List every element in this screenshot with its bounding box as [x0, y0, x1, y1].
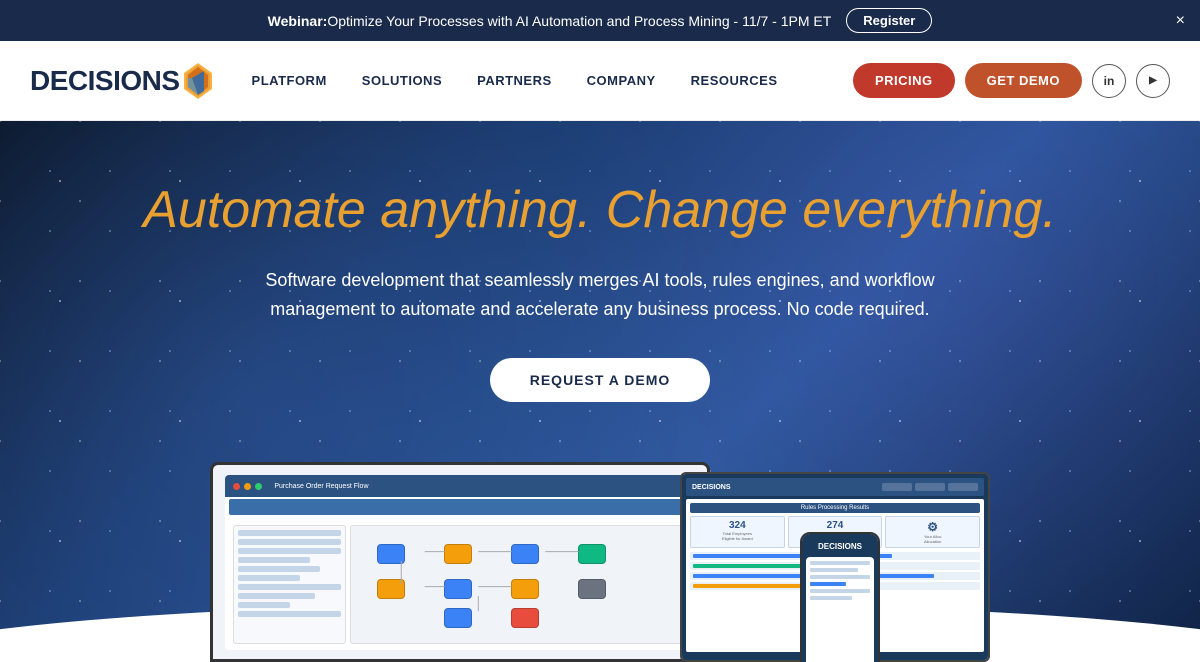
sidebar-item-6 [238, 575, 299, 581]
tablet-nav-2 [915, 483, 945, 491]
logo[interactable]: DECISIONS [30, 63, 212, 99]
tablet-nav-1 [882, 483, 912, 491]
hero-devices: Purchase Order Request Flow [210, 442, 990, 662]
device-laptop: Purchase Order Request Flow [210, 462, 710, 662]
sidebar-item-8 [238, 593, 315, 599]
linkedin-icon[interactable]: in [1092, 64, 1126, 98]
flow-node-6 [444, 579, 472, 599]
get-demo-button[interactable]: GET DEMO [965, 63, 1082, 98]
laptop-screen: Purchase Order Request Flow [213, 465, 707, 659]
logo-icon [184, 63, 212, 99]
tablet-row-bar-4 [693, 584, 807, 588]
flow-node-4 [578, 544, 606, 564]
dot-red [233, 483, 240, 490]
sidebar-item-4 [238, 557, 310, 563]
phone-line-2 [810, 568, 858, 572]
sidebar-item-2 [238, 539, 340, 545]
tablet-card-3: ⚙ Your AllocAllocation [885, 516, 980, 548]
tablet-card-3-icon: ⚙ [889, 520, 976, 534]
tablet-nav [882, 483, 978, 491]
hero-cta-button[interactable]: REQUEST A DEMO [490, 358, 711, 402]
nav-item-partners[interactable]: PARTNERS [477, 73, 552, 88]
close-announcement-button[interactable]: × [1176, 13, 1185, 29]
hero-subtitle: Software development that seamlessly mer… [225, 266, 975, 324]
tablet-card-2-num: 274 [792, 520, 879, 531]
sidebar-item-7 [238, 584, 340, 590]
register-button[interactable]: Register [846, 8, 932, 33]
header: DECISIONS PLATFORM SOLUTIONS PARTNERS CO… [0, 41, 1200, 121]
nav-item-platform[interactable]: PLATFORM [252, 73, 327, 88]
announcement-bold: Webinar: [268, 13, 328, 29]
announcement-bar: Webinar: Optimize Your Processes with AI… [0, 0, 1200, 41]
youtube-icon[interactable]: ▶ [1136, 64, 1170, 98]
phone-line-6 [810, 596, 852, 600]
workflow-main [350, 525, 687, 644]
sidebar-item-9 [238, 602, 289, 608]
phone-screen: DECISIONS [802, 534, 878, 662]
flow-node-3 [511, 544, 539, 564]
sidebar-item-3 [238, 548, 340, 554]
sidebar-item-10 [238, 611, 340, 617]
phone-line-5 [810, 589, 870, 593]
tablet-card-1-label: Total EmployeesEligible for Award [694, 531, 781, 541]
phone-line-1 [810, 561, 870, 565]
nav-item-company[interactable]: COMPANY [587, 73, 656, 88]
flow-node-10 [511, 608, 539, 628]
hero-section: Automate anything. Change everything. So… [0, 121, 1200, 662]
logo-text: DECISIONS [30, 65, 180, 97]
sidebar-item-5 [238, 566, 320, 572]
laptop-inner: Purchase Order Request Flow [225, 475, 694, 650]
tablet-nav-3 [948, 483, 978, 491]
tablet-card-3-label: Your AllocAllocation [889, 534, 976, 544]
workflow-title: Purchase Order Request Flow [274, 483, 368, 490]
sidebar-item-1 [238, 530, 340, 536]
main-nav: PLATFORM SOLUTIONS PARTNERS COMPANY RESO… [252, 73, 853, 88]
header-actions: PRICING GET DEMO in ▶ [853, 63, 1170, 98]
workflow-header: Purchase Order Request Flow [225, 475, 694, 497]
flow-node-2 [444, 544, 472, 564]
flow-node-7 [511, 579, 539, 599]
dot-yellow [244, 483, 251, 490]
tablet-card-1: 324 Total EmployeesEligible for Award [690, 516, 785, 548]
flow-node-5 [377, 579, 405, 599]
device-phone: DECISIONS [800, 532, 880, 662]
phone-logo: DECISIONS [818, 542, 862, 551]
pricing-button[interactable]: PRICING [853, 63, 955, 98]
flow-node-9 [444, 608, 472, 628]
workflow-sidebar [233, 525, 345, 644]
tablet-card-1-num: 324 [694, 520, 781, 531]
phone-line-3 [810, 575, 870, 579]
tablet-header: DECISIONS [686, 478, 984, 496]
dot-green [255, 483, 262, 490]
workflow-canvas [225, 517, 694, 650]
tablet-section-title: Rules Processing Results [690, 503, 980, 513]
nav-item-solutions[interactable]: SOLUTIONS [362, 73, 442, 88]
flow-node-1 [377, 544, 405, 564]
phone-content [806, 557, 874, 662]
workflow-toolbar [229, 499, 690, 515]
phone-line-4 [810, 582, 846, 586]
nav-item-resources[interactable]: RESOURCES [691, 73, 778, 88]
tablet-logo: DECISIONS [692, 484, 731, 491]
flow-node-8 [578, 579, 606, 599]
hero-title: Automate anything. Change everything. [143, 181, 1056, 241]
announcement-text: Optimize Your Processes with AI Automati… [327, 13, 831, 29]
